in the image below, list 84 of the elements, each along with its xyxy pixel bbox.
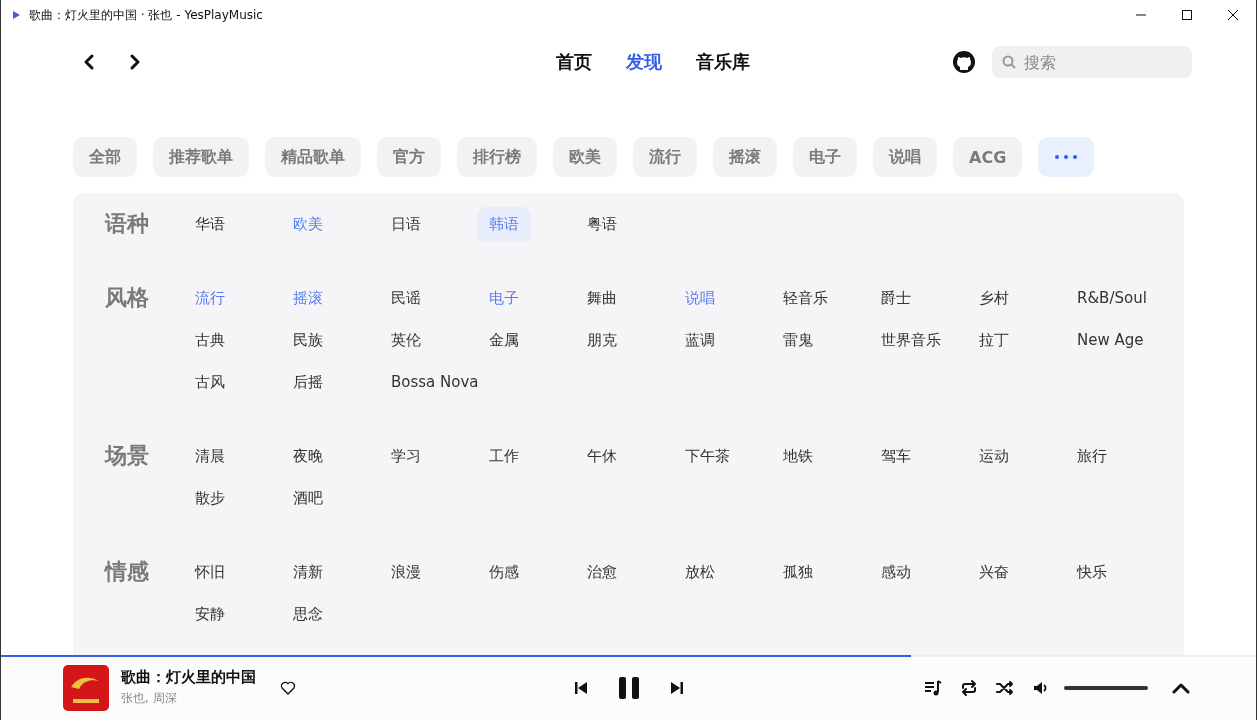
category-option[interactable]: 拉丁 [967, 322, 1021, 358]
song-artists[interactable]: 张也, 周深 [121, 690, 256, 707]
category-option[interactable]: 孤独 [771, 554, 825, 590]
category-chip[interactable]: 官方 [377, 137, 441, 177]
category-chip[interactable]: 全部 [73, 137, 137, 177]
category-chip[interactable]: 精品歌单 [265, 137, 361, 177]
chevron-right-icon[interactable] [128, 53, 142, 71]
category-option[interactable]: 感动 [869, 554, 923, 590]
category-option[interactable]: 蓝调 [673, 322, 727, 358]
category-option[interactable]: New Age [1065, 323, 1156, 357]
category-option[interactable]: 午休 [575, 438, 629, 474]
category-option[interactable]: 摇滚 [281, 280, 335, 316]
category-option[interactable]: 说唱 [673, 280, 727, 316]
category-option[interactable]: 乡村 [967, 280, 1021, 316]
song-title[interactable]: 歌曲：灯火里的中国 [121, 668, 256, 687]
category-chip[interactable]: 排行榜 [457, 137, 537, 177]
category-option[interactable]: 怀旧 [183, 554, 237, 590]
category-chip[interactable]: 欧美 [553, 137, 617, 177]
category-option[interactable]: 下午茶 [673, 438, 742, 474]
category-option[interactable]: 轻音乐 [771, 280, 840, 316]
category-option[interactable]: 华语 [183, 206, 237, 242]
category-chip[interactable]: 说唱 [873, 137, 937, 177]
category-option[interactable]: 清晨 [183, 438, 237, 474]
section-title: 语种 [105, 210, 150, 238]
nav-tab[interactable]: 首页 [545, 44, 602, 80]
window-title: 歌曲：灯火里的中国 · 张也 - YesPlayMusic [29, 6, 263, 24]
search-input[interactable]: 搜索 [1022, 51, 1176, 73]
category-option[interactable]: 工作 [477, 438, 531, 474]
category-chip[interactable]: 摇滚 [713, 137, 777, 177]
category-option[interactable]: 夜晚 [281, 438, 335, 474]
volume-slider[interactable] [1064, 685, 1148, 690]
category-option[interactable]: 民谣 [379, 280, 433, 316]
category-option[interactable]: 欧美 [281, 206, 335, 242]
play-icon [11, 10, 21, 20]
category-option[interactable]: 治愈 [575, 554, 629, 590]
category-option[interactable]: 驾车 [869, 438, 923, 474]
category-option[interactable]: 金属 [477, 322, 531, 358]
category-chip[interactable]: 电子 [793, 137, 857, 177]
category-option[interactable]: 电子 [477, 280, 531, 316]
category-option[interactable]: 旅行 [1065, 438, 1119, 474]
category-option[interactable]: 民族 [281, 322, 335, 358]
nav-tab[interactable]: 发现 [615, 44, 672, 80]
category-option[interactable]: 英伦 [379, 322, 433, 358]
category-option[interactable]: 粤语 [575, 206, 629, 242]
close-icon[interactable] [1228, 10, 1238, 20]
category-option[interactable]: 日语 [379, 206, 433, 242]
category-option[interactable]: 放松 [673, 554, 727, 590]
category-option[interactable]: 清新 [281, 554, 335, 590]
category-chip[interactable]: 流行 [633, 137, 697, 177]
category-option[interactable]: 古典 [183, 322, 237, 358]
album-cover[interactable] [63, 664, 109, 711]
category-option[interactable]: 安静 [183, 596, 237, 632]
category-option[interactable]: 朋克 [575, 322, 629, 358]
category-option[interactable]: 学习 [379, 438, 433, 474]
chevron-left-icon[interactable] [82, 53, 96, 71]
category-option[interactable]: 雷鬼 [771, 322, 825, 358]
category-option[interactable]: 思念 [281, 596, 335, 632]
category-option[interactable]: 运动 [967, 438, 1021, 474]
section-title: 场景 [105, 442, 150, 470]
category-option[interactable]: 地铁 [771, 438, 825, 474]
category-chip[interactable]: ACG [953, 137, 1023, 177]
category-option[interactable]: 伤感 [477, 554, 531, 590]
maximize-icon[interactable] [1182, 10, 1192, 20]
github-icon[interactable] [952, 50, 976, 74]
category-option[interactable]: 酒吧 [281, 480, 335, 516]
search-field[interactable]: 搜索 [992, 46, 1192, 78]
category-chip[interactable]: 推荐歌单 [153, 137, 249, 177]
search-icon [1002, 55, 1016, 69]
section-title: 情感 [105, 558, 150, 586]
section-title: 风格 [105, 284, 150, 312]
category-option[interactable]: 散步 [183, 480, 237, 516]
category-option[interactable]: Bossa Nova [379, 365, 491, 399]
category-option[interactable]: 古风 [183, 364, 237, 400]
nav-tab[interactable]: 音乐库 [685, 44, 760, 80]
category-option[interactable]: 流行 [183, 280, 237, 316]
more-icon[interactable] [1055, 155, 1078, 159]
category-option[interactable]: 兴奋 [967, 554, 1021, 590]
category-option[interactable]: 舞曲 [575, 280, 629, 316]
category-option[interactable]: 世界音乐 [869, 322, 953, 358]
category-option[interactable]: 后摇 [281, 364, 335, 400]
category-option[interactable]: 爵士 [869, 280, 923, 316]
category-option[interactable]: 浪漫 [379, 554, 433, 590]
category-option[interactable]: 快乐 [1065, 554, 1119, 590]
category-option[interactable]: R&B/Soul [1065, 281, 1159, 315]
